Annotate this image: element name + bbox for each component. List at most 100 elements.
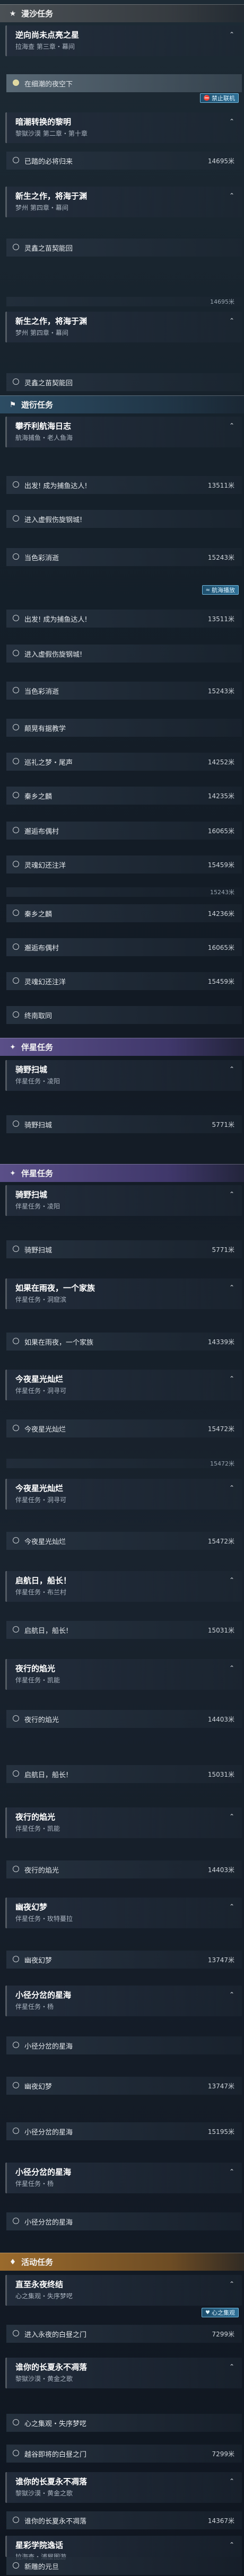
quest-card[interactable]: 攀乔利航海日志 航海捕鱼・老人鱼海 ⌃ — [5, 417, 242, 447]
objective-row[interactable]: 终南取同 — [6, 1006, 242, 1024]
objective-radio-icon[interactable] — [13, 1425, 19, 1431]
quest-card[interactable]: 直至永夜终结 心之集观・失序梦呓 ⌃ — [5, 2275, 242, 2306]
objective-radio-icon[interactable] — [13, 687, 19, 693]
objective-radio-icon[interactable] — [13, 2330, 19, 2336]
objective-row[interactable]: 夜行的焰光 14403米 — [6, 1860, 242, 1878]
objective-radio-icon[interactable] — [13, 650, 19, 656]
objective-radio-icon[interactable] — [13, 2450, 19, 2456]
objective-row[interactable]: 邂逅布偶村 16065米 — [6, 822, 242, 840]
quest-card[interactable]: 新生之作，将海于渊 梦州 第四章・幕间 ⌃ — [5, 187, 242, 217]
chevron-up-icon[interactable]: ⌃ — [229, 1065, 234, 1073]
objective-radio-icon[interactable] — [13, 977, 19, 984]
chevron-up-icon[interactable]: ⌃ — [229, 1576, 234, 1584]
objective-row[interactable]: 幽夜幻梦 13747米 — [6, 2077, 242, 2095]
objective-radio-icon[interactable] — [13, 515, 19, 522]
chevron-up-icon[interactable]: ⌃ — [229, 1484, 234, 1492]
objective-radio-icon[interactable] — [13, 2419, 19, 2425]
quest-card[interactable]: 夜行的焰光 伴星任务・凯能 ⌃ — [5, 1659, 242, 1690]
objective-radio-icon[interactable] — [13, 615, 19, 621]
objective-row[interactable]: 骑野扫城 5771米 — [6, 1240, 242, 1258]
objective-row[interactable]: 当色彩消逝 15243米 — [6, 682, 242, 700]
objective-row[interactable]: 进入虚假伤旋钢城! — [6, 510, 242, 528]
objective-radio-icon[interactable] — [13, 1866, 19, 1872]
chevron-up-icon[interactable]: ⌃ — [229, 1190, 234, 1198]
chevron-up-icon[interactable]: ⌃ — [229, 1903, 234, 1910]
quest-card[interactable]: 小径分岔的星海 伴星任务・杨 ⌃ — [5, 2163, 242, 2193]
objective-radio-icon[interactable] — [13, 1011, 19, 1018]
objective-row[interactable]: 巡礼之梦・尾声 14252米 — [6, 753, 242, 771]
quest-card[interactable]: 骑野扫城 伴星任务・凌阳 ⌃ — [5, 1185, 242, 1216]
objective-row[interactable]: 灵鑫之苗契能回 — [6, 239, 242, 257]
objective-radio-icon[interactable] — [13, 1626, 19, 1633]
chevron-up-icon[interactable]: ⌃ — [229, 2168, 234, 2175]
objective-row[interactable]: 出发! 成为捕鱼达人! 13511米 — [6, 610, 242, 628]
objective-row[interactable]: 谁你的长夏永不凋落 14367米 — [6, 2511, 242, 2529]
objective-radio-icon[interactable] — [13, 827, 19, 833]
quest-card[interactable]: 小径分岔的星海 伴星任务・杨 ⌃ — [5, 1986, 242, 2016]
objective-row[interactable]: 灵魂幻还注洋 15459米 — [6, 972, 242, 990]
quest-card[interactable]: 谁你的长夏永不凋落 黎獄沙漠・黄金之歌 ⌃ — [5, 2358, 242, 2388]
objective-radio-icon[interactable] — [13, 943, 19, 950]
chevron-up-icon[interactable]: ⌃ — [229, 2477, 234, 2485]
quest-card[interactable]: 新生之作，将海于渊 梦州 第四章・幕间 ⌃ — [5, 312, 242, 342]
chevron-up-icon[interactable]: ⌃ — [229, 192, 234, 199]
objective-radio-icon[interactable] — [13, 157, 19, 163]
objective-radio-icon[interactable] — [13, 758, 19, 764]
chevron-up-icon[interactable]: ⌃ — [229, 2280, 234, 2288]
objective-row[interactable]: 越谷即将的白昼之门 7299米 — [6, 2445, 242, 2463]
objective-radio-icon[interactable] — [13, 861, 19, 867]
objective-radio-icon[interactable] — [13, 244, 19, 250]
chevron-up-icon[interactable]: ⌃ — [229, 2541, 234, 2548]
objective-row[interactable]: 颠晃有据教学 — [6, 719, 242, 737]
objective-row[interactable]: 小径分岔的星海 — [6, 2036, 242, 2054]
objective-radio-icon[interactable] — [13, 1246, 19, 1252]
chevron-up-icon[interactable]: ⌃ — [229, 1813, 234, 1820]
quest-card[interactable]: 今夜星光灿烂 伴星任务・洞寻可 ⌃ — [5, 1479, 242, 1510]
chevron-up-icon[interactable]: ⌃ — [229, 422, 234, 429]
quest-card[interactable]: 逆向尚未点亮之星 拉海查 第三章・幕间 ⌃ — [5, 25, 242, 56]
objective-row[interactable]: 邂逅布偶村 16065米 — [6, 938, 242, 956]
chevron-up-icon[interactable]: ⌃ — [229, 1664, 234, 1672]
objective-row[interactable]: 启航日，船长! 15031米 — [6, 1621, 242, 1639]
section-header-companion[interactable]: ✦ 伴星任务 — [0, 1038, 244, 1056]
quest-card[interactable]: 如果在雨夜，一个家族 伴星任务・洞窟滨 ⌃ — [5, 1278, 242, 1309]
objective-row[interactable]: 小径分岔的星海 15195米 — [6, 2122, 242, 2140]
objective-row[interactable]: 今夜星光灿烂 15472米 — [6, 1532, 242, 1550]
objective-row[interactable]: 如果在雨夜，一个家族 14339米 — [6, 1333, 242, 1351]
section-header-companion[interactable]: ✦ 伴星任务 — [0, 1164, 244, 1182]
objective-radio-icon[interactable] — [13, 2082, 19, 2088]
objective-radio-icon[interactable] — [13, 1770, 19, 1777]
objective-row[interactable]: 骑野扫城 5771米 — [6, 1115, 242, 1133]
objective-row[interactable]: 心之集观・失序梦呓 — [6, 2414, 242, 2432]
objective-row[interactable]: 启航日，船长! 15031米 — [6, 1765, 242, 1783]
objective-radio-icon[interactable] — [13, 724, 19, 730]
chevron-up-icon[interactable]: ⌃ — [229, 1991, 234, 1998]
objective-radio-icon[interactable] — [13, 378, 19, 385]
chevron-up-icon[interactable]: ⌃ — [229, 317, 234, 324]
chevron-up-icon[interactable]: ⌃ — [229, 1375, 234, 1382]
section-header-travel[interactable]: ⚑ 遊衍任务 — [0, 395, 244, 413]
chevron-up-icon[interactable]: ⌃ — [229, 31, 234, 38]
objective-radio-icon[interactable] — [13, 792, 19, 798]
objective-radio-icon[interactable] — [13, 2562, 19, 2569]
objective-row[interactable]: 进入永夜的白昼之门 7299米 — [6, 2325, 242, 2343]
quest-card[interactable]: 谁你的长夏永不凋落 黎獄沙漠・黄金之歌 ⌃ — [5, 2472, 242, 2503]
objective-row[interactable]: 秦乡之麟 14235米 — [6, 787, 242, 805]
objective-row[interactable]: 出发! 成为捕鱼达人! 13511米 — [6, 476, 242, 494]
quest-card[interactable]: 今夜星光灿烂 伴星任务・洞寻可 ⌃ — [5, 1370, 242, 1400]
objective-row[interactable]: 夜行的焰光 14403米 — [6, 1710, 242, 1728]
quest-card[interactable]: 星彩学院逸话拉海查・浦屋图游⌃ — [5, 2536, 242, 2561]
quest-card[interactable]: 骑野扫城 伴星任务・凌阳 ⌃ — [5, 1060, 242, 1091]
objective-radio-icon[interactable] — [13, 1537, 19, 1543]
quest-card[interactable]: 幽夜幻梦 伴星任务・玫特蔓拉 ⌃ — [5, 1898, 242, 1928]
objective-row[interactable]: 进入虚假伤旋钢城! — [6, 645, 242, 663]
objective-row[interactable]: 小径分岔的星海 — [6, 2212, 242, 2230]
objective-radio-icon[interactable] — [13, 1338, 19, 1344]
objective-radio-icon[interactable] — [13, 2218, 19, 2224]
objective-row[interactable]: 当色彩消逝 15243米 — [6, 548, 242, 566]
objective-radio-icon[interactable] — [13, 2128, 19, 2134]
objective-radio-icon[interactable] — [13, 1121, 19, 1127]
section-header-quest[interactable]: ★ 漫沙任务 — [0, 4, 244, 22]
objective-row[interactable]: 已踏的必将归来 14695米 — [6, 152, 242, 170]
section-header-activity[interactable]: ♦ 活动任务 — [0, 2253, 244, 2271]
